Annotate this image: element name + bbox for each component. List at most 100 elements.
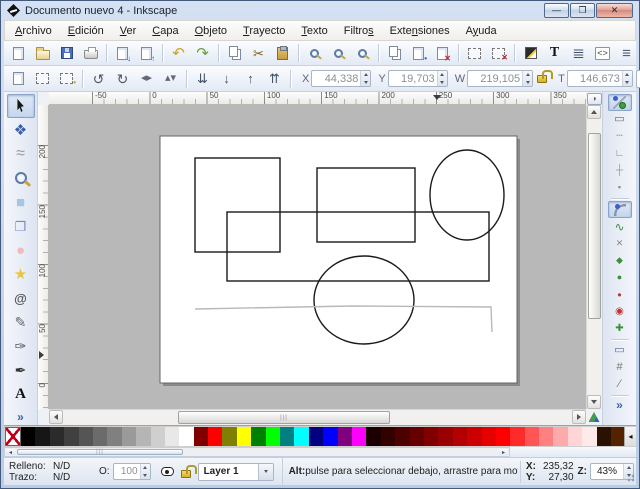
snap-smooth-nodes-button[interactable]: ● [608, 269, 632, 286]
print-document-button[interactable] [79, 42, 102, 64]
palette-swatch[interactable] [453, 427, 467, 446]
xml-editor-button[interactable]: <> [591, 42, 614, 64]
palette-swatch[interactable] [179, 427, 193, 446]
palette-scroll-left-button[interactable]: ◂ [6, 449, 15, 455]
snap-bounding-box-button[interactable]: ▭ [608, 111, 632, 128]
w-field-spinner[interactable] [522, 71, 532, 86]
snapbar-overflow[interactable]: » [616, 398, 623, 412]
vertical-scroll-thumb[interactable] [588, 133, 601, 319]
vertical-ruler[interactable]: 200150100500 [38, 105, 49, 409]
rotate-90-cw-button[interactable]: ↻ [111, 68, 134, 90]
horizontal-scrollbar[interactable]: ||| [49, 409, 586, 425]
menu-edición[interactable]: Edición [60, 22, 112, 40]
palette-swatch[interactable] [568, 427, 582, 446]
palette-swatch[interactable] [424, 427, 438, 446]
snap-guides-button[interactable]: ∕ [608, 376, 632, 393]
palette-swatch[interactable] [280, 427, 294, 446]
drawing-canvas[interactable] [49, 105, 586, 409]
new-document-button[interactable] [7, 42, 30, 64]
menu-trayecto[interactable]: Trayecto [235, 22, 293, 40]
palette-swatch[interactable] [553, 427, 567, 446]
zoom-to-drawing-button[interactable] [327, 42, 350, 64]
star-tool-button[interactable]: ★ [7, 262, 35, 286]
palette-swatch[interactable] [222, 427, 236, 446]
palette-swatch[interactable] [35, 427, 49, 446]
fill-and-stroke-button[interactable] [519, 42, 542, 64]
menu-ayuda[interactable]: Ayuda [458, 22, 505, 40]
raise-to-top-button[interactable]: ⇈ [263, 68, 286, 90]
scroll-left-button[interactable] [49, 410, 63, 424]
tweak-tool-button[interactable]: ≈ [7, 142, 35, 166]
paste-button[interactable] [271, 42, 294, 64]
zoom-tool-button[interactable] [7, 166, 35, 190]
palette-swatch[interactable] [251, 427, 265, 446]
palette-swatch[interactable] [525, 427, 539, 446]
fill-value[interactable]: N/D [53, 461, 83, 472]
canvas-page[interactable] [160, 136, 517, 383]
palette-scroll-arrow[interactable]: ◂ [624, 427, 636, 446]
lower-to-bottom-button[interactable]: ⇊ [191, 68, 214, 90]
open-document-button[interactable] [31, 42, 54, 64]
palette-swatch[interactable] [266, 427, 280, 446]
maximize-button[interactable]: ❐ [570, 3, 595, 18]
scroll-up-button[interactable] [587, 105, 601, 119]
cut-button[interactable]: ✂ [247, 42, 270, 64]
palette-swatch[interactable] [496, 427, 510, 446]
horizontal-scroll-thumb[interactable]: ||| [178, 411, 390, 424]
menu-capa[interactable]: Capa [144, 22, 186, 40]
palette-swatch[interactable] [122, 427, 136, 446]
x-field-spinner[interactable] [360, 71, 370, 86]
minimize-button[interactable]: — [544, 3, 569, 18]
menu-objeto[interactable]: Objeto [187, 22, 235, 40]
pencil-tool-button[interactable]: ✎ [7, 310, 35, 334]
toolbox-overflow[interactable]: » [17, 410, 24, 424]
opacity-field[interactable]: 100 [113, 463, 151, 480]
bezier-pen-tool-button[interactable]: ✑ [7, 334, 35, 358]
y-field-spinner[interactable] [437, 71, 447, 86]
layer-selector[interactable]: Layer 1 [198, 463, 274, 481]
palette-swatch[interactable] [539, 427, 553, 446]
palette-swatch[interactable] [482, 427, 496, 446]
palette-swatch[interactable] [309, 427, 323, 446]
zoom-to-selection-button[interactable] [303, 42, 326, 64]
undo-button[interactable]: ↶ [167, 42, 190, 64]
calligraphy-tool-button[interactable]: ✒ [7, 358, 35, 382]
horizontal-ruler[interactable]: -50050100150200250300350 [49, 92, 586, 105]
snap-rotation-centers-button[interactable]: ✚ [608, 320, 632, 337]
select-all-button[interactable] [7, 68, 30, 90]
w-field[interactable]: 219,105 [467, 70, 533, 87]
y-field[interactable]: 19,703 [388, 70, 448, 87]
lower-one-step-button[interactable]: ↓ [215, 68, 238, 90]
snap-path-intersections-button[interactable]: ✕ [608, 235, 632, 252]
palette-swatch[interactable] [323, 427, 337, 446]
canvas-viewport[interactable] [49, 105, 586, 409]
palette-swatch[interactable] [352, 427, 366, 446]
text-and-font-button[interactable]: T [543, 42, 566, 64]
palette-swatch[interactable] [395, 427, 409, 446]
palette-swatch[interactable] [194, 427, 208, 446]
x-field[interactable]: 44,338 [311, 70, 371, 87]
ellipse-tool-button[interactable]: ● [7, 238, 35, 262]
scroll-down-button[interactable] [587, 395, 601, 409]
snap-bbox-edges-button[interactable]: ┄ [608, 128, 632, 145]
create-clone-button[interactable]: • [407, 42, 430, 64]
menu-extensiones[interactable]: Extensiones [382, 22, 458, 40]
palette-swatch[interactable] [208, 427, 222, 446]
snap-toggle-button[interactable] [608, 94, 632, 111]
snap-cusp-nodes-button[interactable]: ◆ [608, 252, 632, 269]
window-resize-grip[interactable] [625, 474, 635, 484]
menu-filtros[interactable]: Filtros [336, 22, 382, 40]
palette-swatch[interactable] [366, 427, 380, 446]
palette-swatch[interactable] [438, 427, 452, 446]
palette-swatch[interactable] [381, 427, 395, 446]
palette-scroll-right-button[interactable]: ▸ [499, 449, 508, 455]
unlink-clone-button[interactable]: ✕ [431, 42, 454, 64]
deselect-button[interactable]: • [55, 68, 78, 90]
palette-swatch[interactable] [410, 427, 424, 446]
layers-dialog-button[interactable]: ≣ [567, 42, 590, 64]
import-button[interactable]: ↓ [111, 42, 134, 64]
palette-swatch[interactable] [107, 427, 121, 446]
palette-scroll-track[interactable]: ◂ ||| ▸ [4, 447, 510, 457]
unit-selector[interactable]: mm [636, 70, 640, 88]
copy-button[interactable] [223, 42, 246, 64]
